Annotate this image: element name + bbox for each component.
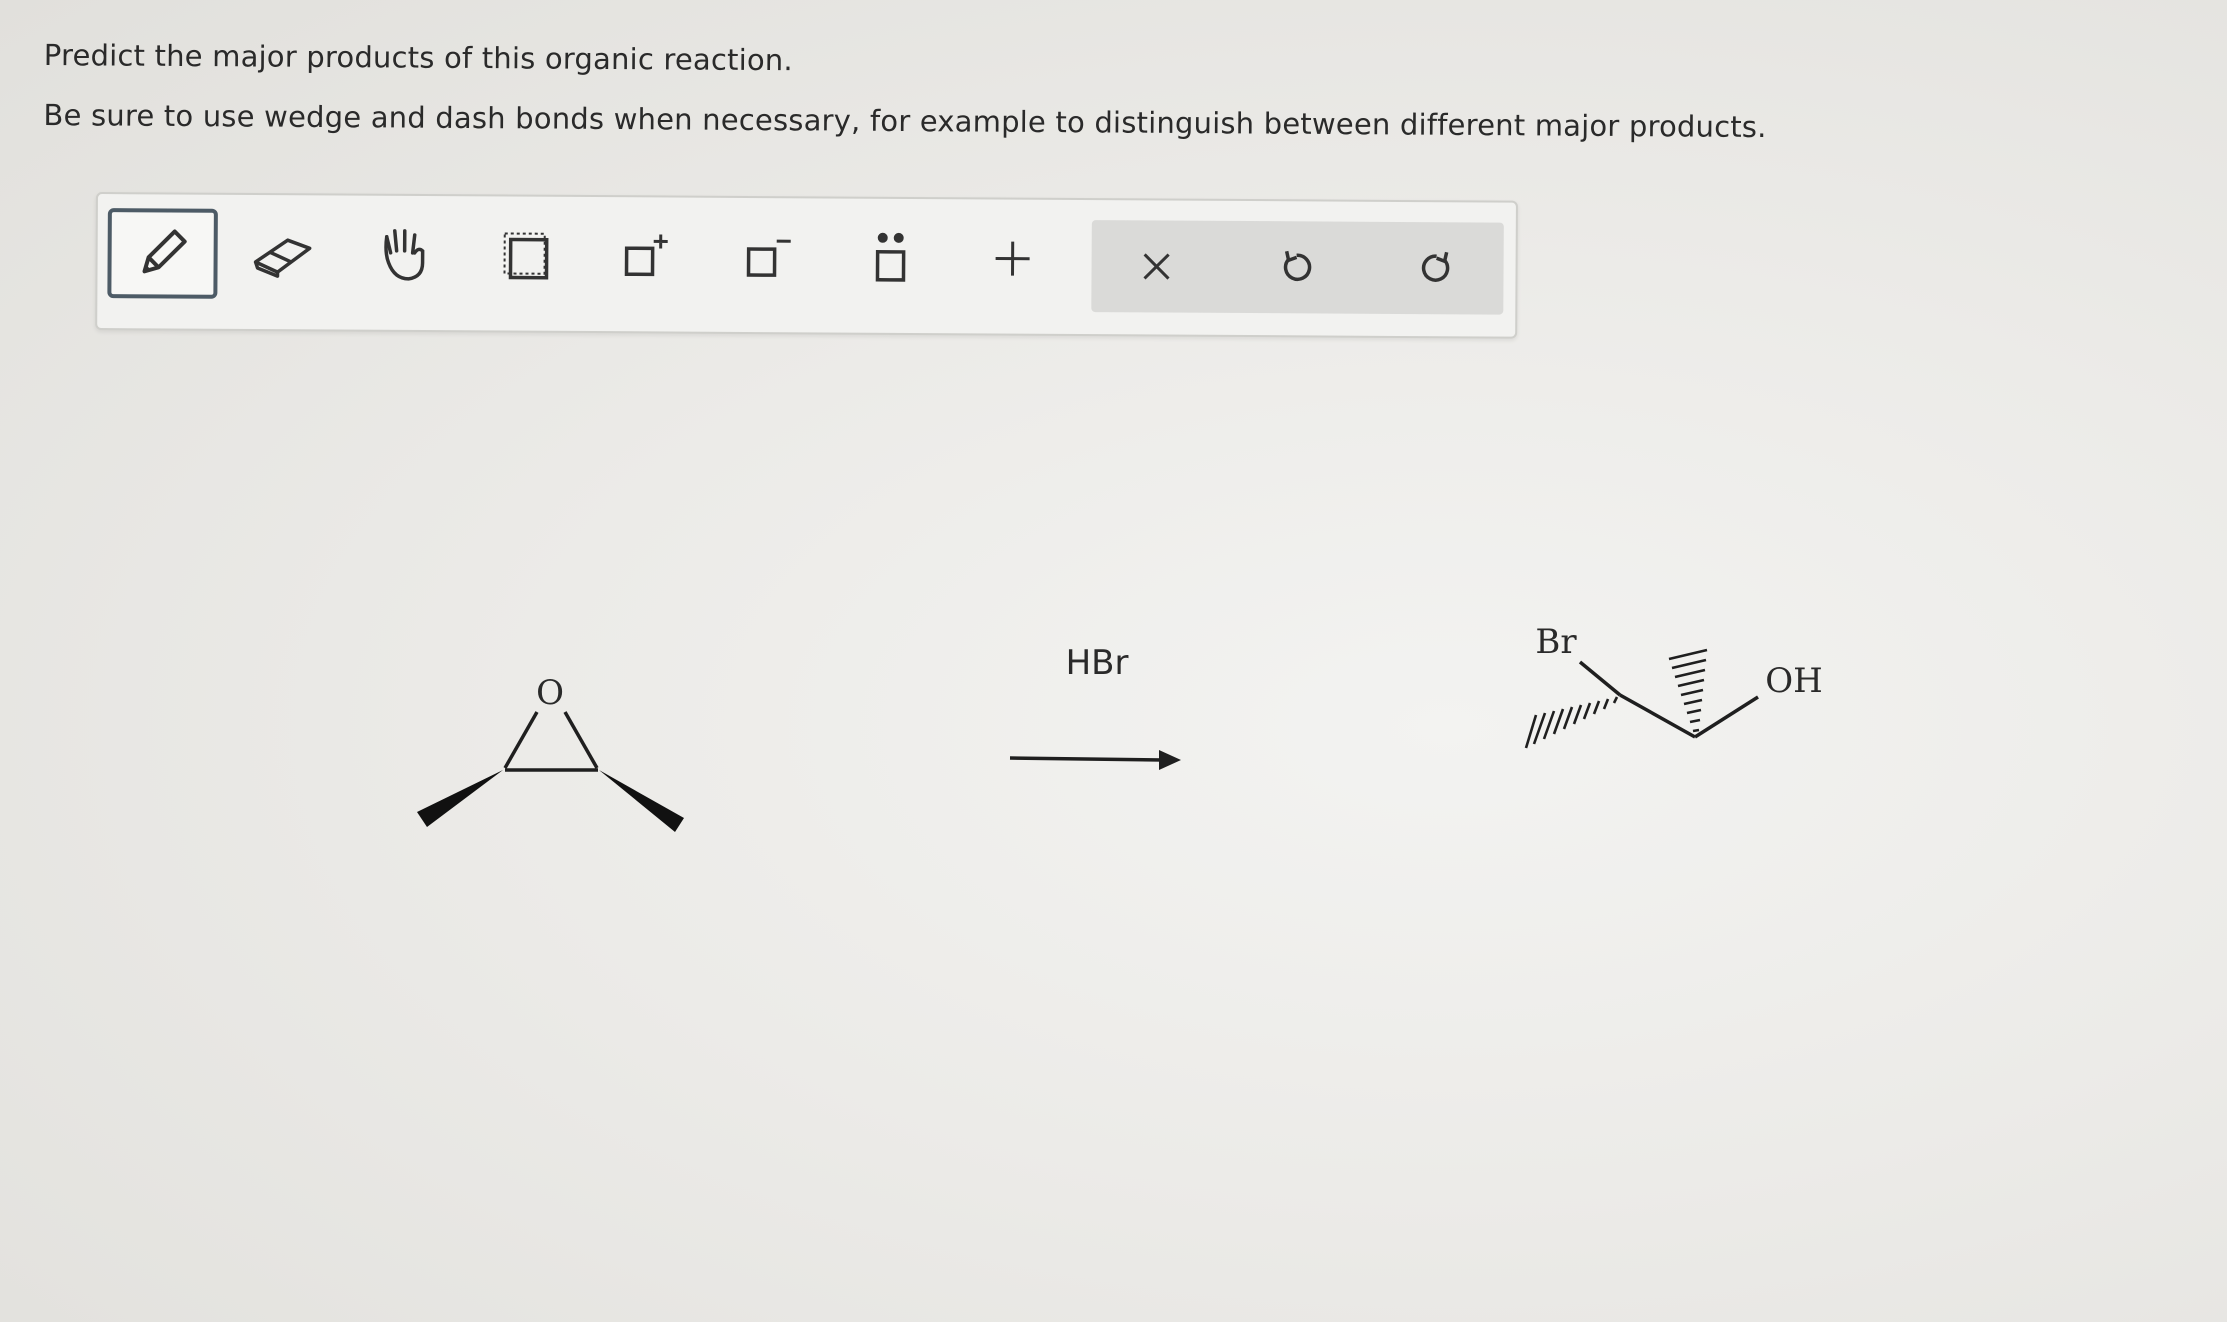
c-br-bond	[1578, 660, 1622, 697]
epoxide-bond-right	[563, 711, 599, 769]
hashed-bond-right	[1668, 648, 1708, 733]
wedge-bond-right	[599, 770, 684, 832]
product-structure: Br OH	[1524, 622, 1823, 749]
reaction-arrow-head	[1159, 750, 1181, 770]
epoxide-bond-left	[503, 711, 539, 769]
reaction-arrow-shaft	[1009, 756, 1164, 762]
hashed-bond-left	[1524, 696, 1619, 749]
c-o-bond	[1694, 695, 1759, 739]
bromine-label: Br	[1535, 622, 1577, 662]
drawing-canvas[interactable]: O HBr Br OH	[0, 0, 2227, 1322]
wedge-bond-left	[417, 770, 503, 827]
c-c-bond	[1619, 693, 1696, 739]
reactant-epoxide: O	[417, 673, 684, 832]
reaction-step: HBr	[1009, 643, 1181, 770]
hydroxyl-label: OH	[1765, 661, 1823, 701]
reagent-label: HBr	[1066, 643, 1129, 683]
oxygen-atom-label: O	[536, 673, 564, 713]
